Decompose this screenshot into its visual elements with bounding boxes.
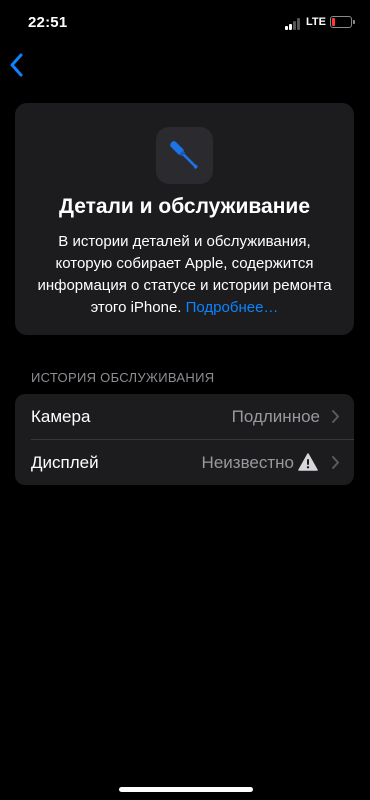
row-label: Камера	[31, 407, 91, 426]
battery-icon	[330, 16, 355, 28]
row-label: Дисплей	[31, 453, 99, 472]
row-value: Подлинное	[231, 407, 320, 426]
section-header: ИСТОРИЯ ОБСЛУЖИВАНИЯ	[31, 370, 215, 385]
list-item-camera[interactable]: Камера Подлинное	[15, 394, 354, 440]
signal-icon	[285, 18, 303, 30]
status-time: 22:51	[28, 14, 68, 31]
status-bar: 22:51 LTE	[0, 0, 370, 46]
warning-icon	[298, 453, 318, 471]
chevron-right-icon	[332, 456, 339, 469]
chevron-right-icon	[332, 410, 339, 423]
info-card: Детали и обслуживание В истории деталей …	[15, 103, 354, 335]
card-description: В истории деталей и обслуживания, котору…	[29, 231, 340, 319]
row-value: Неизвестно	[201, 453, 294, 472]
list-item-display[interactable]: Дисплей Неизвестно	[15, 440, 354, 485]
back-button[interactable]	[6, 52, 28, 78]
card-description-text: В истории деталей и обслуживания, котору…	[37, 233, 332, 316]
card-title: Детали и обслуживание	[59, 195, 310, 218]
service-history-list: Камера Подлинное Дисплей Неизвестно	[15, 394, 354, 485]
network-type: LTE	[306, 16, 326, 28]
chevron-left-icon	[10, 53, 23, 77]
home-indicator[interactable]	[119, 787, 253, 792]
screwdriver-icon	[156, 127, 213, 184]
learn-more-link[interactable]: Подробнее…	[186, 299, 279, 316]
